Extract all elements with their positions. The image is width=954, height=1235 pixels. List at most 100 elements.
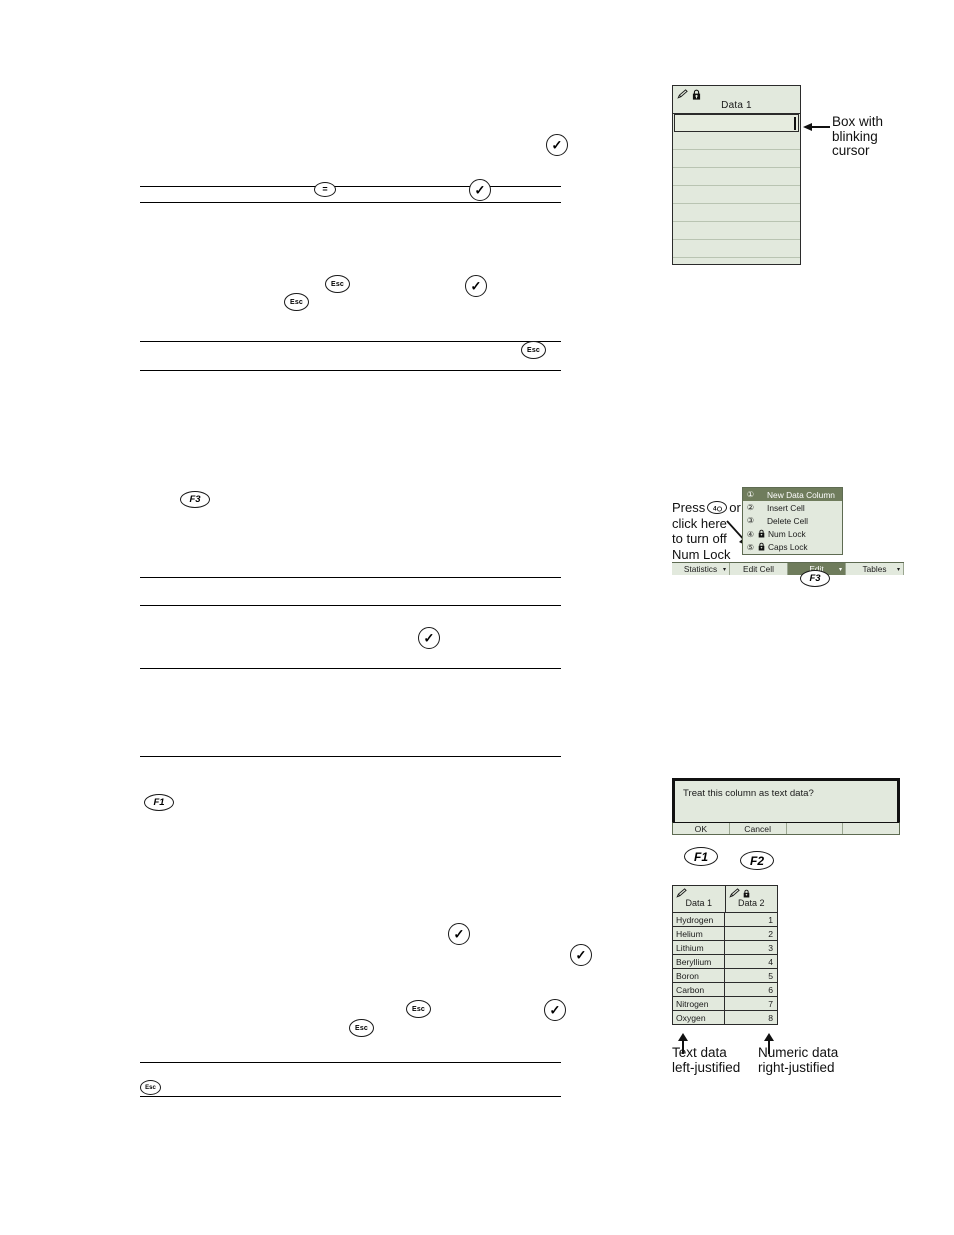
data-cell[interactable] xyxy=(673,222,800,241)
dialog-button-row: OK Cancel xyxy=(672,822,900,835)
menu-item-num-lock[interactable]: ④ Num Lock xyxy=(743,528,842,541)
softkey-tables[interactable]: Tables ▾ xyxy=(846,563,904,575)
enter-check-key-label: ✓ xyxy=(549,1002,561,1017)
document-page: ✓ = ✓ Esc ✓ Esc Esc F3 ✓ F1 ✓ ✓ Esc ✓ Esc Esc Data 1 xyxy=(0,0,954,1235)
table-cell-numeric[interactable]: 8 xyxy=(725,1011,777,1024)
esc-key: Esc xyxy=(140,1080,161,1095)
table-cell-numeric[interactable]: 7 xyxy=(725,997,777,1010)
table-row: Lithium 3 xyxy=(673,940,777,954)
figure-data1-blinking-cursor: Data 1 xyxy=(672,85,801,265)
menu-item-new-data-column[interactable]: ① New Data Column xyxy=(743,488,842,502)
f2-key-label: F2 xyxy=(749,853,764,868)
edit-menu-panel[interactable]: ① New Data Column ② Insert Cell ③ Delete Cell… xyxy=(742,487,843,555)
figure-text-data-dialog: Treat this column as text data? OK Cancel xyxy=(672,778,900,836)
table-cell-numeric[interactable]: 6 xyxy=(725,983,777,996)
column-header-data1: Data 1 xyxy=(721,100,752,111)
table-cell-numeric[interactable]: 3 xyxy=(725,941,777,954)
callout-line-2: blinking xyxy=(832,128,878,144)
f1-key-icon: F1 xyxy=(684,847,718,866)
active-data-cell[interactable] xyxy=(674,114,799,133)
enter-check-key: ✓ xyxy=(469,179,491,201)
data-table-header-row: Data 1 Data 2 xyxy=(673,886,777,912)
menu-item-insert-cell[interactable]: ② Insert Cell xyxy=(743,501,842,514)
table-row: Helium 2 xyxy=(673,926,777,940)
softkey-label: Statistics xyxy=(683,563,718,574)
data-cell-list xyxy=(673,114,800,259)
table-header-data-2[interactable]: Data 2 xyxy=(726,886,778,912)
softkey-list: Statistics ▾ Edit Cell Edit ▾ Tables ▾ xyxy=(672,563,904,575)
data-cell[interactable] xyxy=(673,132,800,151)
table-cell-numeric[interactable]: 5 xyxy=(725,969,777,982)
chevron-down-icon: ▾ xyxy=(722,566,726,573)
softkey-statistics[interactable]: Statistics ▾ xyxy=(672,563,730,575)
dialog-empty-slot-3 xyxy=(843,823,899,834)
softkey-toolbar: Statistics ▾ Edit Cell Edit ▾ Tables ▾ xyxy=(672,562,904,575)
table-header-data-1[interactable]: Data 1 xyxy=(673,886,726,912)
table-cell-text[interactable]: Nitrogen xyxy=(673,997,725,1010)
esc-key: Esc xyxy=(349,1019,374,1037)
pencil-icon xyxy=(728,888,740,898)
table-cell-text[interactable]: Boron xyxy=(673,969,725,982)
table-cell-text[interactable]: Beryllium xyxy=(673,955,725,968)
esc-key-label: Esc xyxy=(145,1084,156,1091)
enter-check-key: ✓ xyxy=(570,944,592,966)
table-row: Beryllium 4 xyxy=(673,954,777,968)
table-cell-text[interactable]: Lithium xyxy=(673,941,725,954)
section-rule xyxy=(140,1096,561,1097)
column-icon-bar xyxy=(673,86,800,100)
header-icon-bar xyxy=(726,886,778,898)
softkey-label: Tables xyxy=(862,563,887,574)
equals-key-label: = xyxy=(322,184,328,194)
esc-key: Esc xyxy=(521,341,546,359)
callout-line-1: Box with xyxy=(832,114,884,129)
table-header-label: Data 2 xyxy=(737,898,765,908)
enter-check-key-label: ✓ xyxy=(575,947,587,962)
table-cell-text[interactable]: Hydrogen xyxy=(673,913,725,926)
menu-item-caps-lock[interactable]: ⑤ Caps Lock xyxy=(743,541,842,554)
table-cell-numeric[interactable]: 1 xyxy=(725,913,777,926)
data-cell[interactable] xyxy=(673,240,800,259)
data-table-body: Hydrogen 1 Helium 2 Lithium 3 Beryllium 4 Boron 5… xyxy=(673,912,777,1024)
menu-item-delete-cell[interactable]: ③ Delete Cell xyxy=(743,514,842,527)
enter-check-key: ✓ xyxy=(544,999,566,1021)
lock-icon xyxy=(692,89,701,100)
table-cell-numeric[interactable]: 4 xyxy=(725,955,777,968)
lock-icon xyxy=(758,542,765,551)
enter-check-key: ✓ xyxy=(546,134,568,156)
f1-key: F1 xyxy=(144,794,174,811)
table-row: Carbon 6 xyxy=(673,982,777,996)
menu-item-label: New Data Column xyxy=(767,489,835,500)
data-cell[interactable] xyxy=(673,168,800,187)
header-icon-bar xyxy=(673,886,725,898)
dialog-message: Treat this column as text data? xyxy=(672,778,900,822)
esc-key: Esc xyxy=(284,293,309,311)
callout-text-data: Text data left-justified xyxy=(672,1045,740,1075)
f1-key-label: F1 xyxy=(693,849,708,864)
f3-key-label: F3 xyxy=(809,572,821,584)
callout-blinking-cursor: Box with blinking cursor xyxy=(832,114,884,159)
enter-check-key: ✓ xyxy=(418,627,440,649)
section-rule xyxy=(140,186,561,187)
chevron-down-icon: ▾ xyxy=(838,566,842,573)
esc-key: Esc xyxy=(325,275,350,293)
table-row: Hydrogen 1 xyxy=(673,912,777,926)
data-cell[interactable] xyxy=(673,204,800,223)
chevron-down-icon: ▾ xyxy=(896,566,900,573)
table-row: Boron 5 xyxy=(673,968,777,982)
data-cell[interactable] xyxy=(673,186,800,205)
softkey-label: Edit Cell xyxy=(743,563,774,574)
table-cell-text[interactable]: Helium xyxy=(673,927,725,940)
data-cell[interactable] xyxy=(673,150,800,169)
calculator-screen-data1: Data 1 xyxy=(672,85,801,265)
esc-key-label: Esc xyxy=(354,1024,369,1032)
cancel-button[interactable]: Cancel xyxy=(730,823,787,834)
table-cell-text[interactable]: Oxygen xyxy=(673,1011,725,1024)
section-rule xyxy=(140,756,561,757)
softkey-edit-cell[interactable]: Edit Cell xyxy=(730,563,788,575)
menu-item-number: ④ xyxy=(746,529,755,539)
f3-key-icon: F3 xyxy=(800,570,830,587)
table-cell-numeric[interactable]: 2 xyxy=(725,927,777,940)
ok-button[interactable]: OK xyxy=(673,823,730,834)
table-cell-text[interactable]: Carbon xyxy=(673,983,725,996)
callout-numeric-data: Numeric data right-justified xyxy=(758,1045,838,1075)
